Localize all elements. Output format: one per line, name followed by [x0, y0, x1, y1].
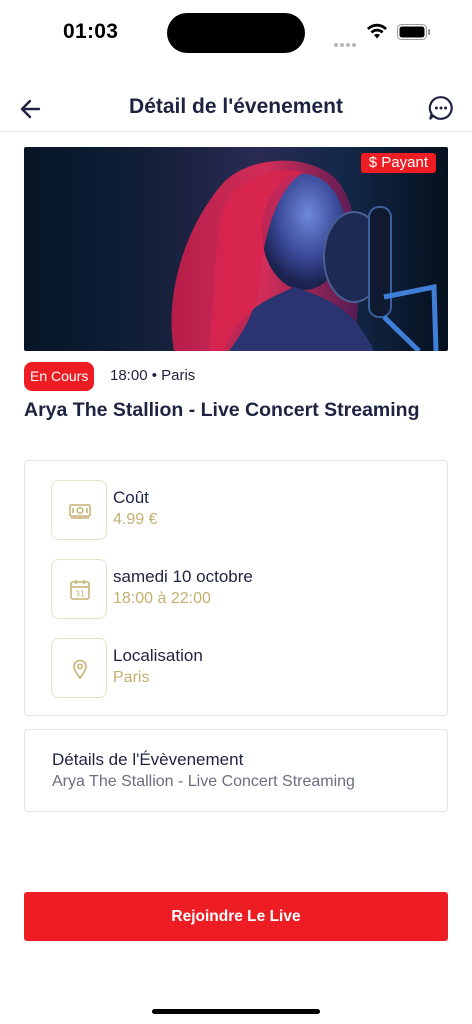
- cost-row: Coût 4.99 €: [51, 480, 431, 540]
- signal-icon: [334, 34, 358, 52]
- details-text: Arya The Stallion - Live Concert Streami…: [52, 773, 355, 790]
- location-pin-icon: [51, 638, 107, 698]
- app-header: Détail de l'évenement: [0, 86, 472, 132]
- money-icon: [51, 480, 107, 540]
- event-status-badge: En Cours: [24, 362, 95, 391]
- battery-icon: [397, 24, 431, 40]
- status-time: 01:03: [63, 20, 119, 43]
- date-label: samedi 10 octobre: [113, 567, 253, 586]
- event-info-card: Coût 4.99 € 31 samedi 10 octobre 18:00 à…: [24, 460, 448, 716]
- event-hero-image: $ Payant: [24, 147, 448, 351]
- chat-bubble-icon[interactable]: [428, 95, 454, 121]
- event-title: Arya The Stallion - Live Concert Streami…: [24, 399, 420, 421]
- page-title: Détail de l'évenement: [129, 95, 343, 118]
- event-details-card: Détails de l'Évèvenement Arya The Stalli…: [24, 729, 448, 812]
- time-range-value: 18:00 à 22:00: [113, 590, 211, 607]
- dynamic-island: [167, 13, 305, 53]
- details-heading: Détails de l'Évèvenement: [52, 750, 244, 769]
- location-value: Paris: [113, 669, 150, 686]
- singer-illustration: [171, 160, 439, 351]
- cost-value: 4.99 €: [113, 511, 158, 528]
- status-bar: 01:03: [0, 0, 472, 64]
- event-time-location: 18:00 • Paris: [110, 367, 196, 384]
- location-label: Localisation: [113, 646, 203, 665]
- paid-badge: $ Payant: [360, 153, 436, 173]
- date-row: 31 samedi 10 octobre 18:00 à 22:00: [51, 559, 431, 619]
- home-indicator: [152, 1009, 320, 1014]
- cost-label: Coût: [113, 488, 149, 507]
- location-row: Localisation Paris: [51, 638, 431, 698]
- svg-text:31: 31: [75, 590, 85, 599]
- wifi-icon: [367, 23, 387, 39]
- calendar-icon: 31: [51, 559, 107, 619]
- join-live-button[interactable]: Rejoindre Le Live: [24, 892, 448, 941]
